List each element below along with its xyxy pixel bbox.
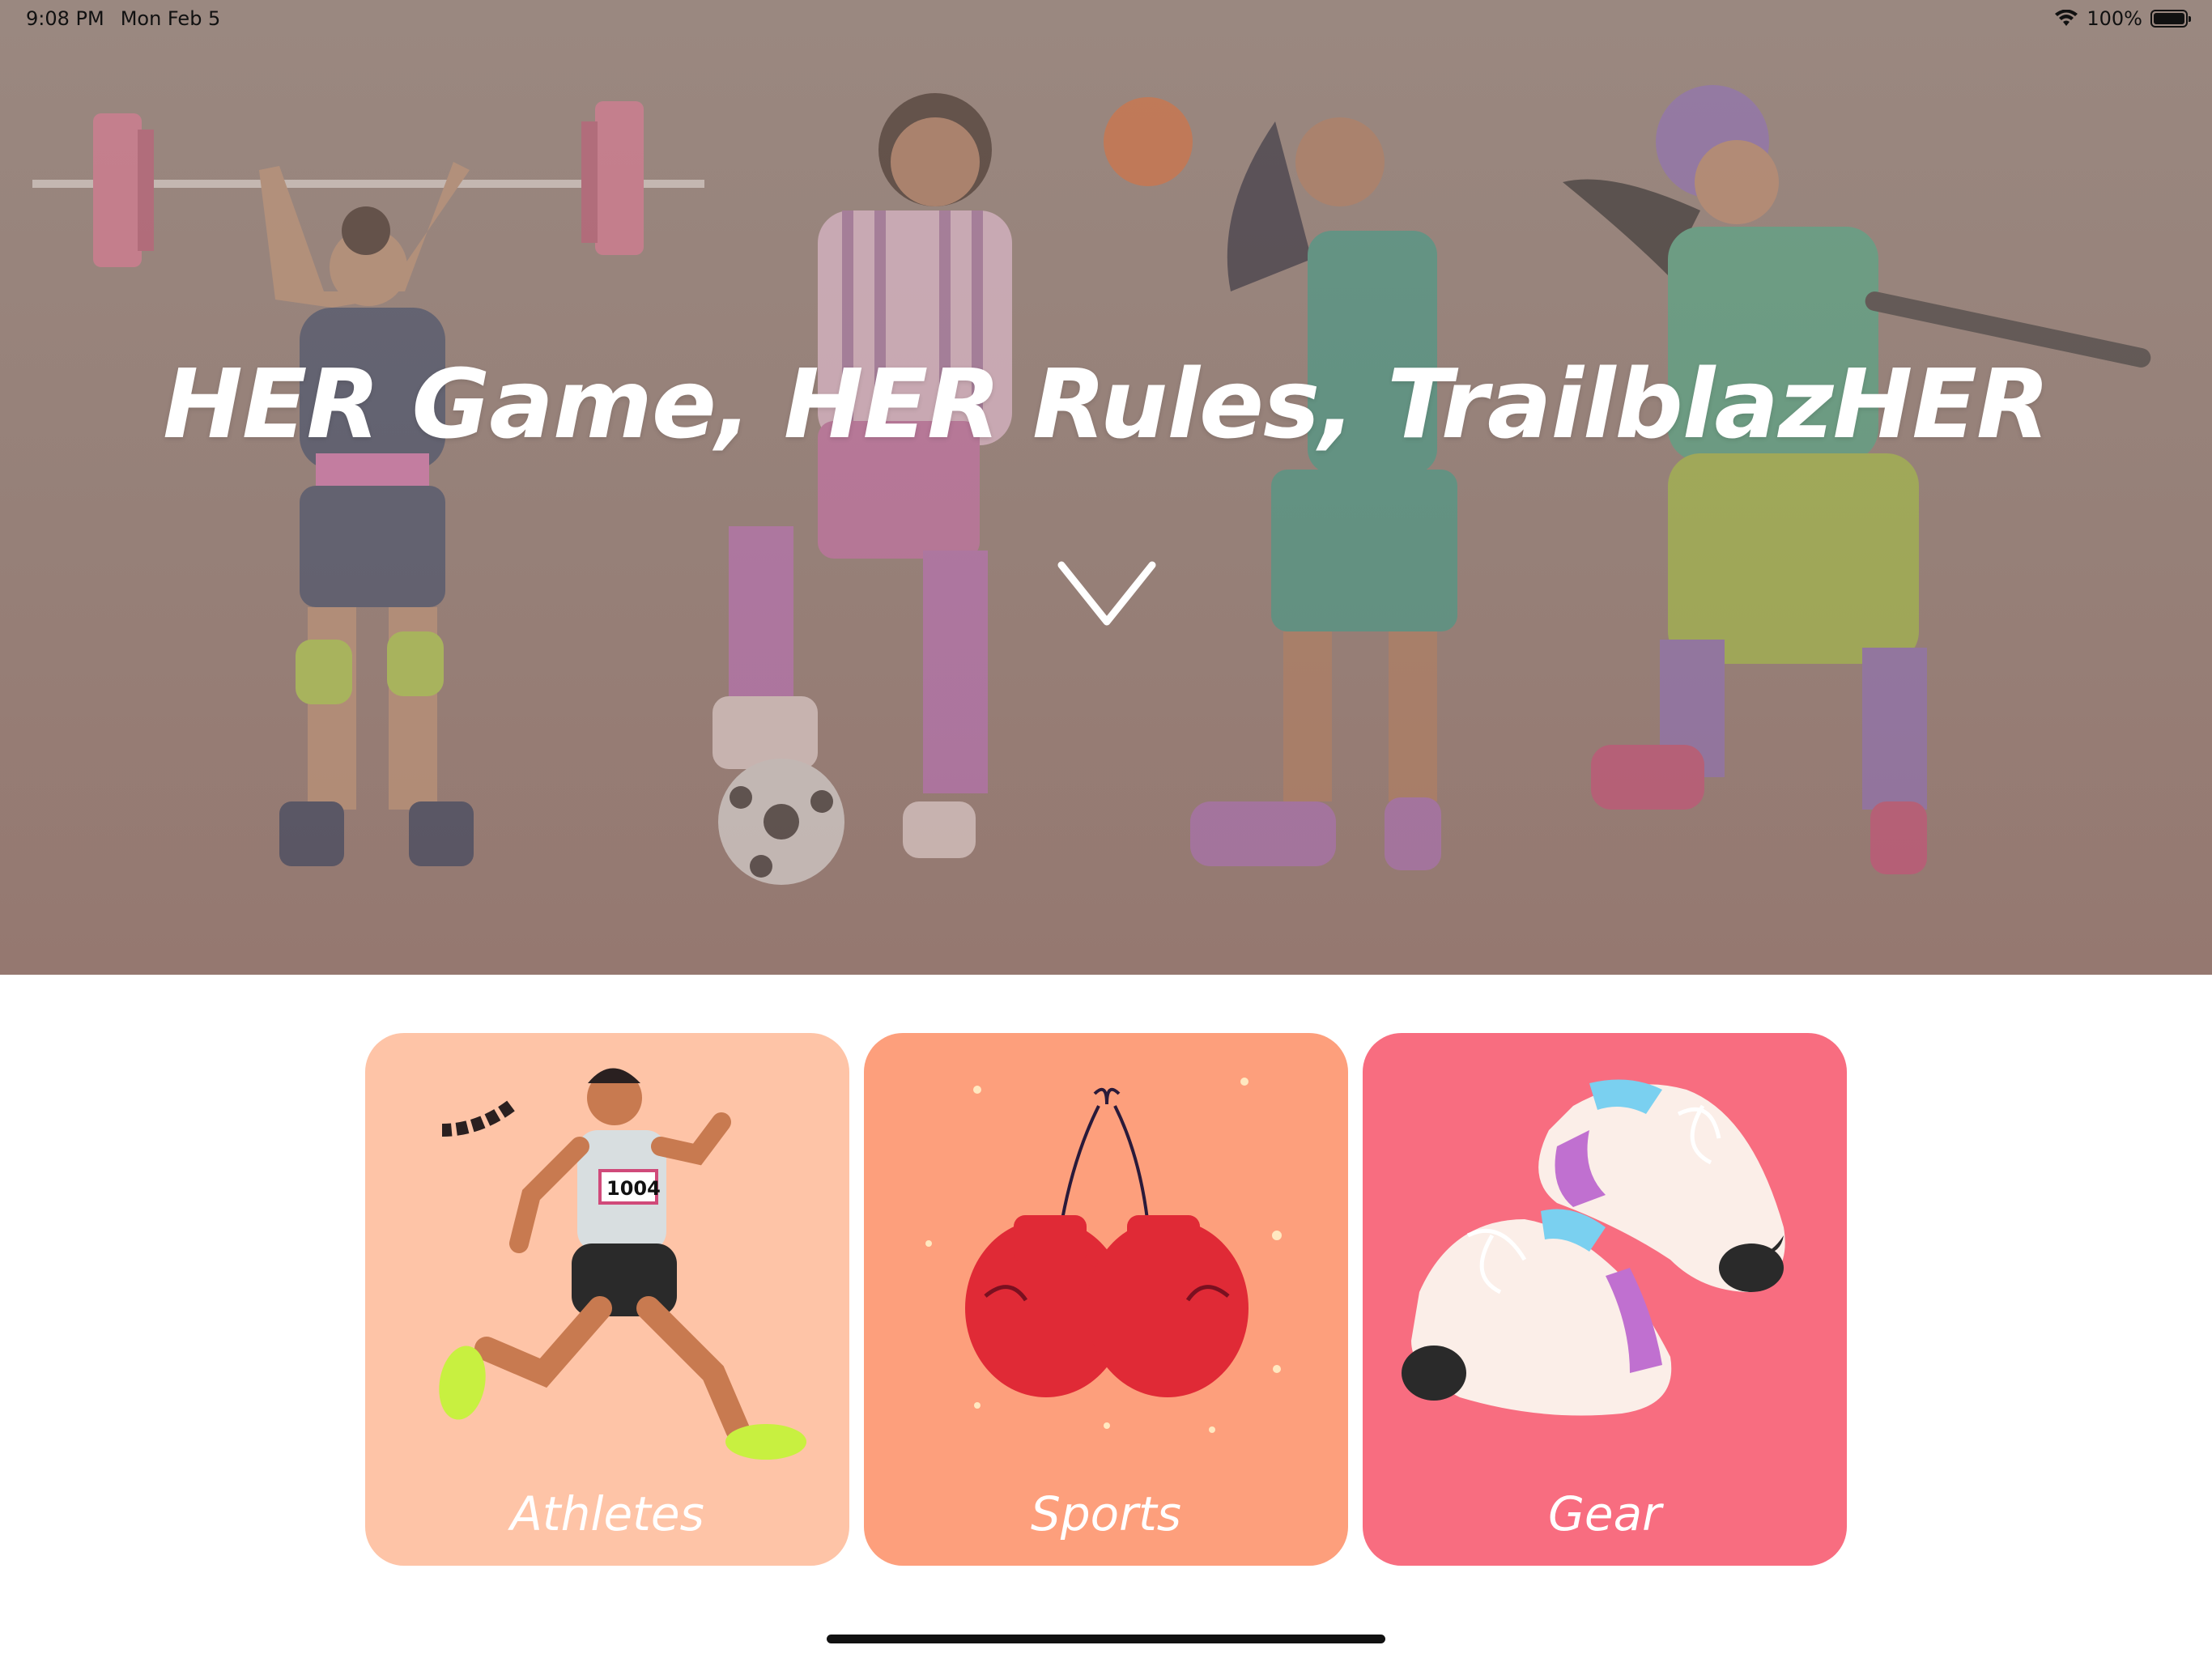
category-card-gear[interactable]: Gear bbox=[1363, 1033, 1847, 1566]
runner-illustration: 1004 bbox=[439, 1068, 806, 1460]
status-time: 9:08 PM bbox=[26, 7, 104, 30]
chevron-down-icon[interactable] bbox=[1057, 559, 1157, 631]
category-card-sports[interactable]: Sports bbox=[864, 1033, 1348, 1566]
athletes-hero-illustration bbox=[32, 85, 2151, 885]
hero-title: HER Game, HER Rules, TrailblazHER bbox=[163, 348, 2050, 460]
sneakers-illustration bbox=[1402, 1079, 1785, 1416]
status-date: Mon Feb 5 bbox=[120, 7, 221, 30]
svg-text:1004: 1004 bbox=[606, 1177, 661, 1200]
home-indicator[interactable] bbox=[827, 1635, 1385, 1643]
category-label-athletes: Athletes bbox=[510, 1486, 704, 1541]
battery-icon bbox=[2150, 10, 2191, 28]
status-bar: 9:08 PM Mon Feb 5 100% bbox=[0, 0, 2212, 39]
boxing-gloves-illustration bbox=[925, 1078, 1282, 1433]
wifi-icon bbox=[2055, 10, 2078, 26]
battery-percent: 100% bbox=[2087, 7, 2142, 30]
category-label-gear: Gear bbox=[1547, 1486, 1661, 1541]
hero-banner: HER Game, HER Rules, TrailblazHER bbox=[0, 0, 2212, 975]
category-label-sports: Sports bbox=[1031, 1486, 1181, 1541]
app-screen: HER Game, HER Rules, TrailblazHER 9:08 P… bbox=[0, 0, 2212, 1658]
category-card-athletes[interactable]: 1004 Athletes bbox=[365, 1033, 849, 1566]
